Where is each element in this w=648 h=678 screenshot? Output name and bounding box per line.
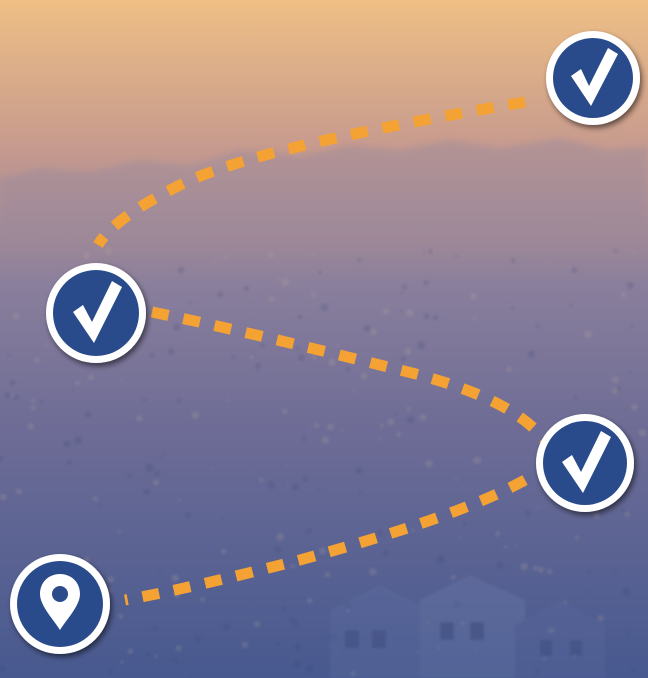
route-progress-illustration xyxy=(0,0,648,678)
route-step-2-badge xyxy=(46,263,146,363)
route-step-3-badge xyxy=(536,414,634,512)
route-step-4-badge xyxy=(10,554,110,654)
route-step-1-badge xyxy=(546,31,640,125)
illustration-canvas xyxy=(0,0,648,678)
